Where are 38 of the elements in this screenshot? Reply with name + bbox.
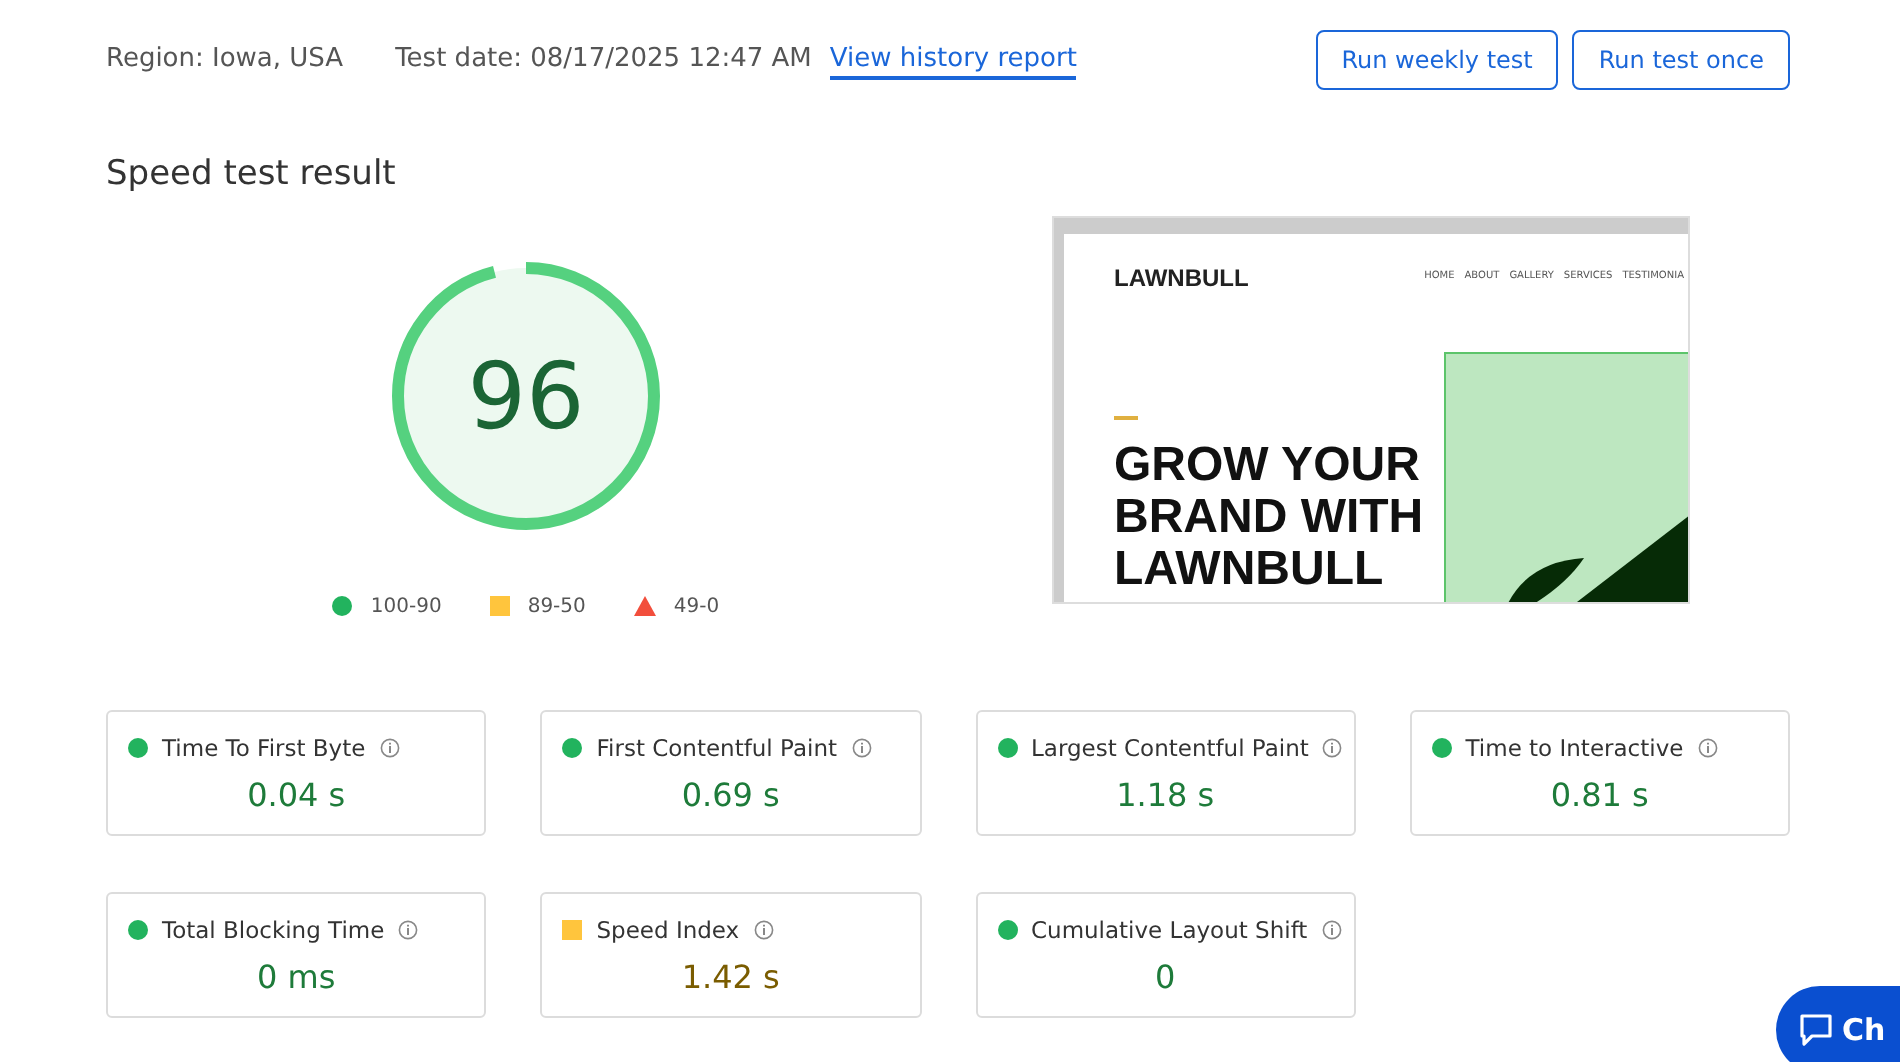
metric-label: First Contentful Paint [596,731,837,765]
info-icon[interactable] [1697,738,1718,759]
site-headline: BRAND WITH [1114,491,1424,543]
metric-value: 0.81 s [1550,773,1649,818]
accent-line [1114,415,1138,419]
metric-label: Time to Interactive [1465,731,1684,765]
legend-label: 89-50 [527,593,586,621]
metric-label: Speed Index [596,913,740,947]
metric-label: Cumulative Layout Shift [1031,913,1308,947]
legend-label: 49-0 [673,593,720,621]
metric-value: 0 ms [257,955,336,1000]
info-icon[interactable] [1322,738,1343,759]
metric-label: Largest Contentful Paint [1031,731,1309,765]
metric-value: 0.04 s [247,773,346,818]
chat-icon [1798,1012,1834,1048]
metric-label: Time To First Byte [162,731,366,765]
info-icon[interactable] [1321,920,1342,941]
score-value: 96 [467,349,585,441]
metric-value: 0.69 s [681,773,780,818]
info-icon[interactable] [753,920,774,941]
history-report-link[interactable]: View history report [829,41,1077,79]
site-headline: LAWNBULL [1114,543,1384,595]
section-title: Speed test result [106,152,398,198]
metric-value: 0 [1155,955,1176,1000]
metric-label: Total Blocking Time [162,913,385,947]
info-icon[interactable] [851,738,871,759]
metric-value: 1.42 s [681,955,780,1000]
metric-value: 1.18 s [1116,773,1215,818]
info-icon[interactable] [398,920,419,941]
site-headline: GROW YOUR [1114,439,1420,491]
test-button[interactable]: Run weekly test [1315,30,1559,90]
site-logo: LAWNBULL [1114,261,1249,295]
legend-label: 100-90 [370,593,442,621]
info-icon[interactable] [379,738,400,759]
test-date-text: Test date: 08/17/2025 12:47 AM [395,42,812,79]
region-text: Region: Iowa, USA [106,42,344,79]
chat-button[interactable]: Ch [1776,986,1900,1062]
test-button[interactable]: Run test once [1572,30,1790,90]
